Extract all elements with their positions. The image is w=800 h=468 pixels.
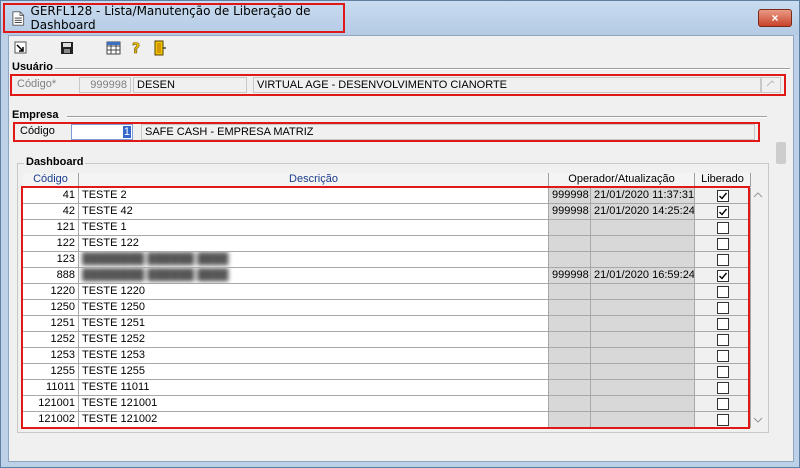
column-header-operador[interactable]: Operador/Atualização — [549, 173, 695, 187]
empresa-code-value: 1 — [122, 126, 131, 138]
empresa-code-label: Código — [20, 125, 55, 137]
save-icon[interactable] — [59, 40, 75, 56]
empresa-name-field: SAFE CASH - EMPRESA MATRIZ — [141, 124, 755, 140]
lookup-icon — [766, 80, 775, 87]
column-header-codigo[interactable]: Código — [23, 173, 79, 187]
form-scrollbar[interactable] — [773, 116, 789, 441]
usuario-login-field[interactable]: DESEN — [133, 77, 247, 93]
empresa-divider — [67, 116, 767, 118]
empresa-section-label: Empresa — [12, 109, 59, 121]
usuario-lookup-button[interactable] — [761, 77, 781, 93]
column-header-liberado[interactable]: Liberado — [695, 173, 751, 187]
column-header-descricao[interactable]: Descrição — [79, 173, 549, 187]
usuario-name-field[interactable]: VIRTUAL AGE - DESENVOLVIMENTO CIANORTE — [253, 77, 761, 93]
grid-scrollbar[interactable] — [751, 188, 765, 428]
dashboard-highlight-box — [21, 186, 750, 429]
title-highlight-box: GERFL128 - Lista/Manutenção de Liberação… — [3, 3, 345, 33]
svg-text:?: ? — [132, 41, 140, 56]
dashboard-section-label: Dashboard — [24, 156, 86, 168]
usuario-divider — [55, 68, 790, 70]
document-icon — [12, 10, 25, 26]
exit-arrow-icon[interactable] — [13, 40, 29, 56]
help-icon[interactable]: ? — [129, 40, 145, 56]
usuario-section-label: Usuário — [12, 61, 53, 73]
door-exit-icon[interactable] — [152, 40, 168, 56]
scroll-down-icon[interactable] — [753, 416, 763, 424]
usuario-code-field[interactable]: 999998 — [79, 77, 131, 93]
close-button[interactable]: × — [758, 9, 792, 27]
window-title: GERFL128 - Lista/Manutenção de Liberação… — [30, 4, 311, 32]
scroll-up-icon[interactable] — [753, 191, 763, 199]
toolbar: ? — [9, 36, 793, 58]
main-window: GERFL128 - Lista/Manutenção de Liberação… — [0, 0, 800, 468]
form-scrollbar-thumb[interactable] — [776, 142, 786, 164]
client-area: ? Usuário Código* 999998 DESEN VIRTUAL A… — [8, 35, 794, 462]
usuario-code-label: Código* — [17, 78, 57, 90]
empresa-code-input[interactable]: 1 — [71, 124, 133, 140]
close-icon: × — [771, 11, 779, 25]
title-bar[interactable]: GERFL128 - Lista/Manutenção de Liberação… — [1, 1, 799, 35]
grid-icon[interactable] — [105, 40, 121, 56]
